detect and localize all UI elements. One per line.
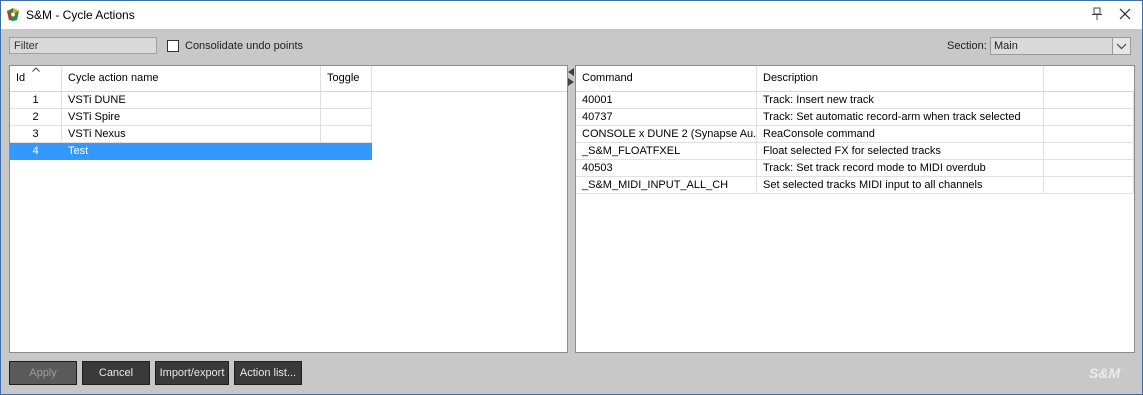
- empty-cell: [1044, 126, 1134, 143]
- command-cell: _S&M_FLOATFXEL: [576, 143, 757, 160]
- name-cell: VSTi Nexus: [62, 126, 321, 143]
- chevron-down-icon: [1116, 43, 1127, 50]
- action-list-button[interactable]: Action list...: [234, 361, 302, 385]
- column-header-name[interactable]: Cycle action name: [62, 66, 321, 91]
- close-icon[interactable]: [1118, 7, 1132, 21]
- description-cell: Track: Set automatic record-arm when tra…: [757, 109, 1044, 126]
- id-cell: 4: [10, 143, 62, 160]
- section-value: Main: [994, 40, 1018, 52]
- apply-button[interactable]: Apply: [9, 361, 77, 385]
- commands-list[interactable]: Command Description 40001 Track: Insert …: [575, 65, 1135, 353]
- consolidate-undo-checkbox[interactable]: [167, 40, 179, 52]
- command-cell: 40503: [576, 160, 757, 177]
- column-header-command[interactable]: Command: [576, 66, 757, 91]
- section-dropdown[interactable]: Main: [990, 37, 1131, 55]
- column-header-toggle[interactable]: Toggle: [321, 66, 372, 91]
- description-cell: Set selected tracks MIDI input to all ch…: [757, 177, 1044, 194]
- empty-cell: [1044, 160, 1134, 177]
- reaper-app-icon: [7, 8, 19, 21]
- command-cell: CONSOLE x DUNE 2 (Synapse Au...: [576, 126, 757, 143]
- list-header: Id Cycle action name Toggle: [10, 66, 567, 92]
- cancel-button[interactable]: Cancel: [82, 361, 150, 385]
- column-header-name-label: Cycle action name: [68, 72, 159, 84]
- command-cell: 40737: [576, 109, 757, 126]
- id-cell: 3: [10, 126, 62, 143]
- title-bar[interactable]: S&M - Cycle Actions: [1, 1, 1142, 29]
- id-cell: 1: [10, 92, 62, 109]
- description-cell: Float selected FX for selected tracks: [757, 143, 1044, 160]
- command-cell: _S&M_MIDI_INPUT_ALL_CH: [576, 177, 757, 194]
- toggle-cell: [321, 143, 372, 160]
- list-header: Command Description: [576, 66, 1134, 92]
- id-cell: 2: [10, 109, 62, 126]
- column-header-toggle-label: Toggle: [327, 72, 360, 84]
- column-header-id-label: Id: [16, 72, 26, 84]
- column-header-command-label: Command: [582, 72, 633, 84]
- dropdown-arrow[interactable]: [1112, 38, 1130, 54]
- toggle-cell: [321, 126, 372, 143]
- column-header-description[interactable]: Description: [757, 66, 1044, 91]
- command-cell: 40001: [576, 92, 757, 109]
- cycle-actions-window: S&M - Cycle Actions Consolidate undo poi…: [0, 0, 1143, 395]
- name-cell: VSTi Spire: [62, 109, 321, 126]
- cycle-actions-list[interactable]: Id Cycle action name Toggle 1 VSTi DUNE …: [9, 65, 568, 353]
- description-cell: Track: Set track record mode to MIDI ove…: [757, 160, 1044, 177]
- sort-ascending-icon: [32, 67, 40, 72]
- empty-cell: [1044, 177, 1134, 194]
- description-cell: ReaConsole command: [757, 126, 1044, 143]
- empty-cell: [1044, 92, 1134, 109]
- empty-cell: [1044, 109, 1134, 126]
- panel-splitter[interactable]: [567, 65, 575, 353]
- empty-cell: [1044, 143, 1134, 160]
- collapse-right-icon[interactable]: [568, 78, 574, 86]
- name-cell: Test: [62, 143, 321, 160]
- toggle-cell: [321, 109, 372, 126]
- name-cell: VSTi DUNE: [62, 92, 321, 109]
- description-cell: Track: Insert new track: [757, 92, 1044, 109]
- collapse-left-icon[interactable]: [568, 68, 574, 76]
- section-label: Section:: [947, 40, 987, 52]
- consolidate-undo-label: Consolidate undo points: [185, 40, 304, 52]
- toggle-cell: [321, 92, 372, 109]
- sm-logo: S&M: [1089, 365, 1121, 381]
- import-export-button[interactable]: Import/export: [155, 361, 229, 385]
- column-header-id[interactable]: Id: [10, 66, 62, 91]
- pin-icon[interactable]: [1089, 6, 1105, 22]
- window-title: S&M - Cycle Actions: [26, 8, 135, 22]
- filter-input[interactable]: [9, 37, 157, 54]
- column-header-description-label: Description: [763, 72, 819, 84]
